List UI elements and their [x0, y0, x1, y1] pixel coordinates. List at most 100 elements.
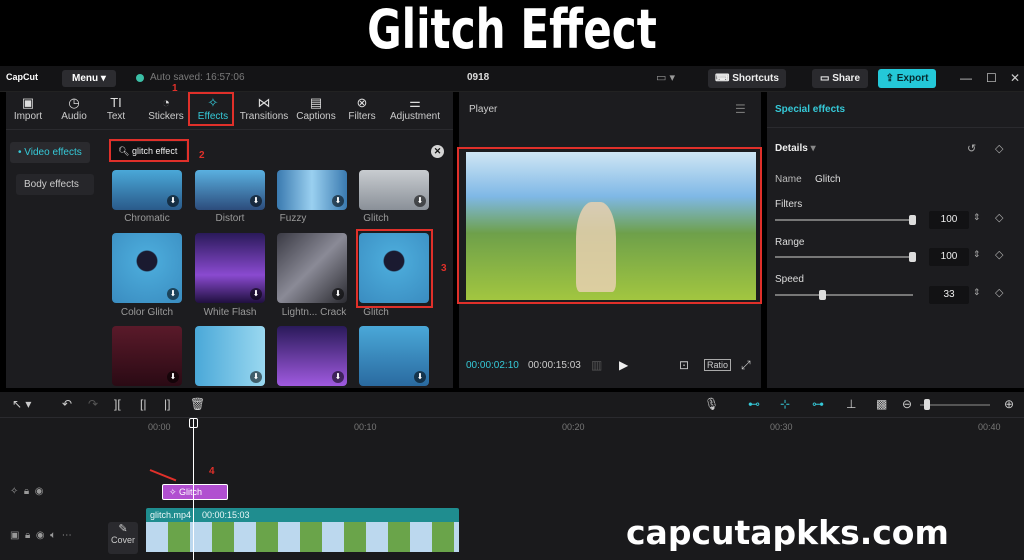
- download-icon[interactable]: ⬇: [167, 288, 179, 300]
- linkage-icon[interactable]: ⊶: [812, 397, 824, 411]
- tool-import[interactable]: ▣ Import: [10, 95, 46, 122]
- effect-thumb-fuzzy[interactable]: ⬇: [277, 170, 347, 210]
- effect-thumb[interactable]: ⬇: [277, 326, 347, 386]
- effect-thumb-glitch-1[interactable]: ⬇: [359, 170, 429, 210]
- download-icon[interactable]: ⬇: [414, 371, 426, 383]
- effect-thumb-lightning-crack[interactable]: ⬇: [277, 233, 347, 303]
- playhead-handle[interactable]: [189, 418, 198, 428]
- tool-filters[interactable]: ⊗ Filters: [344, 95, 380, 122]
- delete-icon[interactable]: 🗑︎: [190, 397, 205, 411]
- video-track-controls[interactable]: ▣ 🔒︎ ◉ 🔈︎ ⋯: [10, 530, 72, 541]
- filters-slider-track[interactable]: [775, 219, 913, 221]
- tool-captions[interactable]: ▤ Captions: [294, 95, 338, 122]
- effect-thumb-white-flash[interactable]: ⬇: [195, 233, 265, 303]
- main-track-magnet-icon[interactable]: ⊷: [748, 397, 760, 411]
- play-icon[interactable]: ▶: [619, 358, 628, 372]
- effect-thumb[interactable]: ⬇: [359, 326, 429, 386]
- project-name[interactable]: 0918: [467, 72, 489, 83]
- filters-value-input[interactable]: 100: [929, 211, 969, 229]
- download-icon[interactable]: ⬇: [414, 195, 426, 207]
- clear-search-icon[interactable]: ✕: [431, 145, 444, 158]
- filters-icon: ⊗: [356, 95, 368, 110]
- tool-stickers[interactable]: ◔ Stickers: [144, 95, 188, 122]
- speed-slider-track[interactable]: [775, 294, 913, 296]
- transitions-icon: ⋈: [257, 95, 271, 110]
- effect-thumb[interactable]: ⬇: [112, 326, 182, 386]
- preview-axis-icon[interactable]: ⊥: [846, 397, 856, 411]
- tool-text[interactable]: TI Text: [102, 95, 130, 122]
- download-icon[interactable]: ⬇: [332, 195, 344, 207]
- zoom-slider[interactable]: [920, 404, 990, 406]
- download-icon[interactable]: ⬇: [250, 288, 262, 300]
- redo-icon[interactable]: ↷: [88, 397, 98, 411]
- effect-thumb-distort[interactable]: ⬇: [195, 170, 265, 210]
- download-icon[interactable]: ⬇: [167, 371, 179, 383]
- download-icon[interactable]: ⬇: [167, 195, 179, 207]
- special-effects-tab[interactable]: Special effects: [775, 104, 845, 115]
- speed-slider-knob[interactable]: [819, 290, 827, 300]
- effect-thumb-chromatic[interactable]: ⬇: [112, 170, 182, 210]
- speed-value-input[interactable]: 33: [929, 286, 969, 304]
- menu-button[interactable]: Menu ▾: [62, 70, 116, 87]
- annotation-box: [457, 147, 762, 304]
- details-heading[interactable]: Details ▾: [775, 143, 816, 154]
- layout-icon[interactable]: ▭ ▾: [656, 71, 675, 84]
- trim-right-icon[interactable]: |]: [164, 397, 170, 411]
- shortcuts-button[interactable]: ⌨ Shortcuts: [708, 69, 786, 88]
- keyframe-icon[interactable]: ◇: [995, 286, 1003, 299]
- effect-thumb-color-glitch[interactable]: ⬇: [112, 233, 182, 303]
- stepper-icon[interactable]: ⇕: [973, 249, 981, 260]
- share-button[interactable]: ▭ Share: [812, 69, 868, 88]
- ratio-button[interactable]: Ratio: [704, 359, 732, 371]
- cover-button[interactable]: ✎ Cover: [108, 522, 138, 554]
- select-tool-icon[interactable]: ↖ ▾: [12, 397, 31, 411]
- stepper-icon[interactable]: ⇕: [973, 212, 981, 223]
- range-slider-knob[interactable]: [909, 252, 916, 262]
- undo-icon[interactable]: ↶: [62, 397, 72, 411]
- edit-icon: ✎: [118, 523, 128, 535]
- tool-adjustment[interactable]: ⚌ Adjustment: [386, 95, 444, 122]
- trim-left-icon[interactable]: [|: [140, 397, 146, 411]
- properties-panel: Special effects Details ▾ ↺ ◇ Name Glitc…: [767, 92, 1024, 388]
- fullscreen-icon[interactable]: ⤢: [741, 358, 751, 373]
- download-icon[interactable]: ⬇: [332, 288, 344, 300]
- download-icon[interactable]: ⬇: [250, 371, 262, 383]
- ruler-tick: 00:30: [770, 422, 793, 432]
- tool-transitions[interactable]: ⋈ Transitions: [238, 95, 290, 122]
- keyframe-icon[interactable]: ◇: [995, 211, 1003, 224]
- snapshot-icon[interactable]: ⊡: [679, 358, 689, 372]
- maximize-icon[interactable]: ☐: [986, 71, 997, 85]
- effect-thumb[interactable]: ⬇: [195, 326, 265, 386]
- capcut-logo: CapCut: [6, 72, 38, 82]
- zoom-out-icon[interactable]: ⊖: [902, 397, 912, 411]
- filters-slider-knob[interactable]: [909, 215, 916, 225]
- keyframe-icon[interactable]: ◇: [995, 248, 1003, 261]
- tab-body-effects[interactable]: Body effects: [16, 174, 94, 195]
- range-value-input[interactable]: 100: [929, 248, 969, 266]
- caption-icon[interactable]: ▩: [876, 397, 887, 411]
- player-menu-icon[interactable]: ☰: [735, 102, 746, 116]
- minimize-icon[interactable]: —: [960, 71, 972, 85]
- export-button[interactable]: ⇪ Export: [878, 69, 936, 88]
- video-clip-name: glitch.mp4: [150, 510, 192, 520]
- frame-icon[interactable]: ▥: [591, 358, 602, 372]
- tool-audio[interactable]: ◷ Audio: [56, 95, 92, 122]
- auto-snap-icon[interactable]: ⊹: [780, 397, 790, 411]
- zoom-slider-knob[interactable]: [924, 399, 930, 410]
- reset-icon[interactable]: ↺: [967, 142, 976, 155]
- download-icon[interactable]: ⬇: [250, 195, 262, 207]
- keyframe-icon[interactable]: ◇: [995, 142, 1003, 155]
- tab-video-effects[interactable]: • Video effects: [10, 142, 90, 163]
- import-icon: ▣: [21, 95, 35, 110]
- effect-clip[interactable]: ✧ Glitch: [162, 484, 228, 500]
- filters-label: Filters: [775, 199, 803, 210]
- effect-track-controls[interactable]: ✧ 🔒︎ ◉: [10, 486, 44, 497]
- microphone-icon[interactable]: 🎙︎: [704, 397, 719, 411]
- zoom-in-icon[interactable]: ⊕: [1004, 397, 1014, 411]
- stepper-icon[interactable]: ⇕: [973, 287, 981, 298]
- download-icon[interactable]: ⬇: [332, 371, 344, 383]
- playhead[interactable]: [193, 418, 194, 560]
- split-icon[interactable]: ][: [114, 397, 121, 411]
- close-window-icon[interactable]: ✕: [1010, 71, 1020, 85]
- range-slider-track[interactable]: [775, 256, 913, 258]
